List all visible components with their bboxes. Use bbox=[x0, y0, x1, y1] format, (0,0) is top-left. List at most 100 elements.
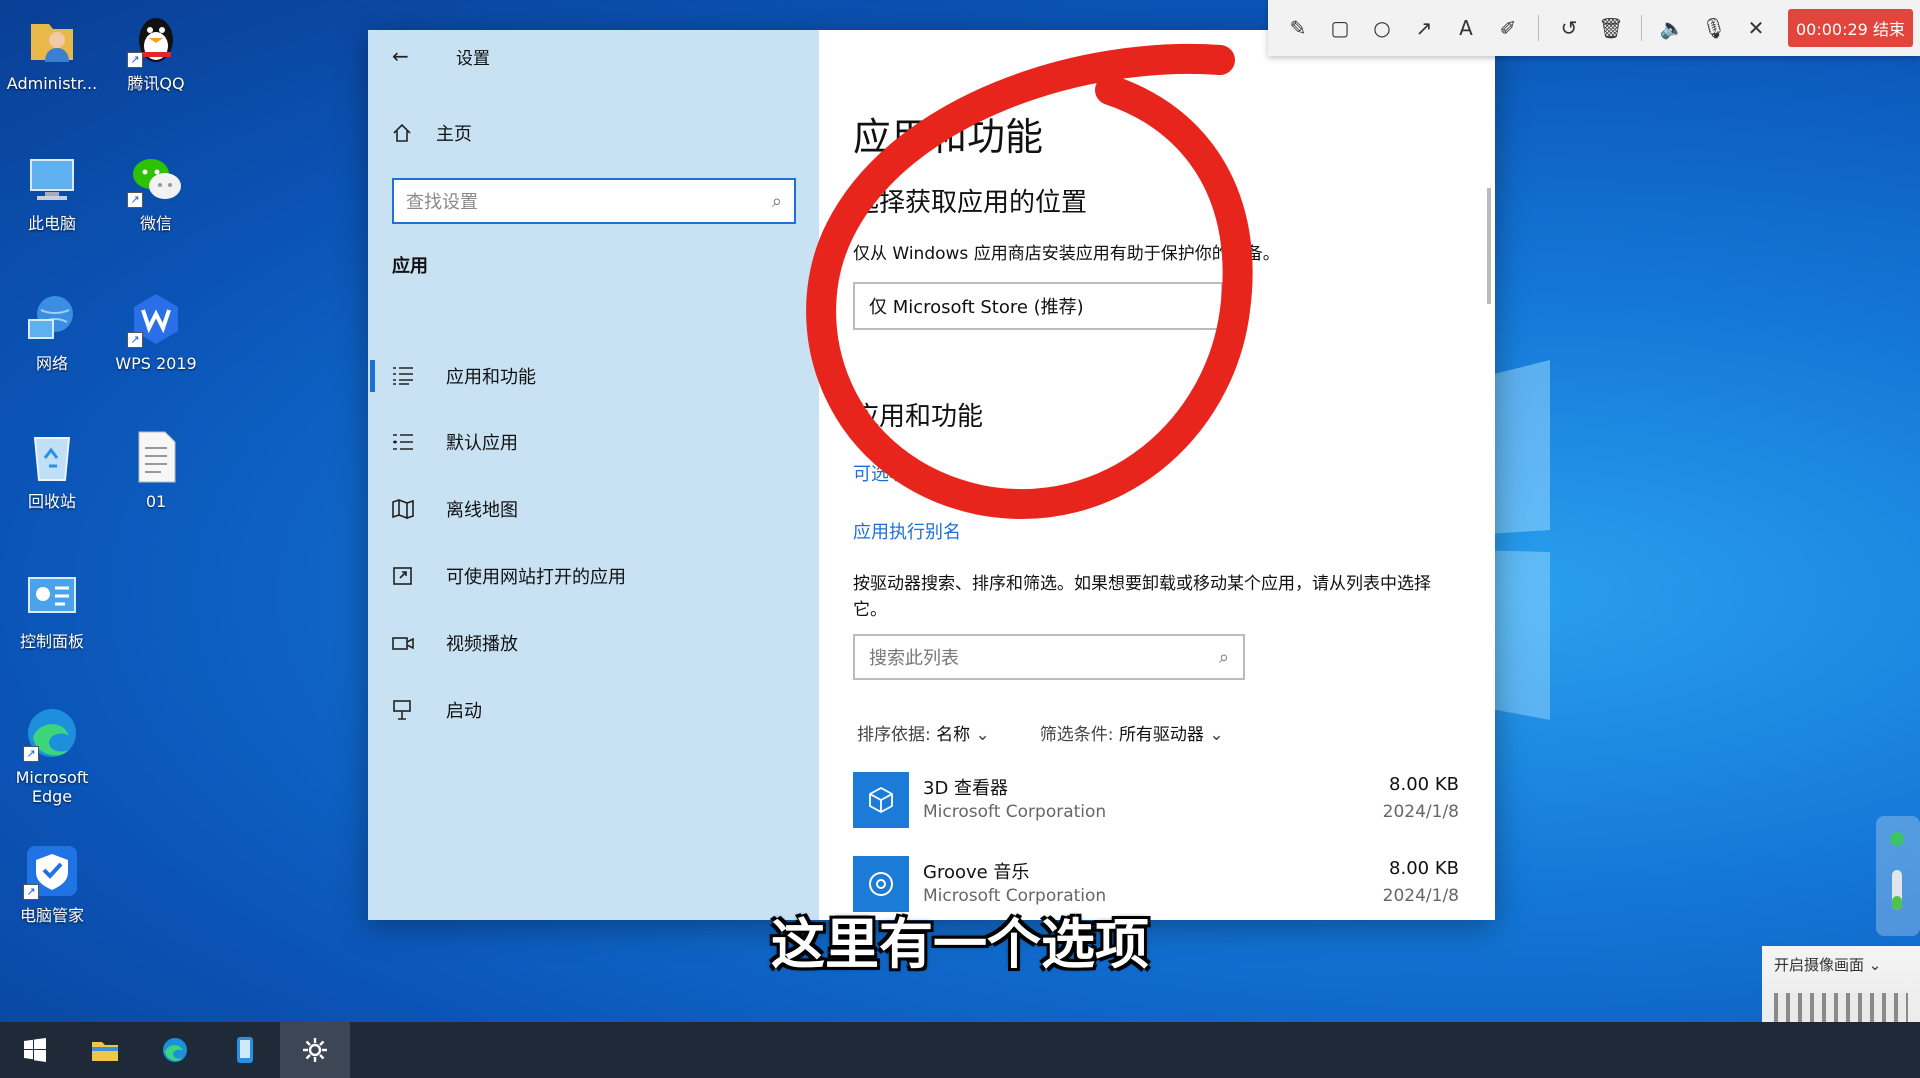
chevron-down-icon: ⌄ bbox=[975, 725, 990, 745]
nav-item-default-apps[interactable]: 默认应用 bbox=[368, 416, 819, 468]
taskbar-settings[interactable] bbox=[280, 1022, 350, 1078]
filter-value: 所有驱动器 bbox=[1118, 725, 1204, 745]
app-list-search-placeholder: 搜索此列表 bbox=[869, 648, 959, 669]
nav-item-startup[interactable]: 启动 bbox=[368, 684, 819, 736]
desktop-icon-label: 回收站 bbox=[27, 492, 76, 511]
install-source-dropdown[interactable]: 仅 Microsoft Store (推荐) bbox=[853, 282, 1223, 330]
start-icon bbox=[24, 1038, 46, 1062]
screen-recorder-toolbar: ✎ ▢ ○ ↗ A ✐ ↺ 🗑 🔈 🎙 ✕ 00:00:29 结束 bbox=[1268, 0, 1920, 56]
settings-gear-icon bbox=[303, 1038, 327, 1062]
desktop-icon-wechat[interactable]: ↗ 微信 bbox=[104, 150, 208, 233]
toolbar-divider bbox=[1538, 15, 1539, 41]
map-icon bbox=[390, 498, 416, 520]
install-source-value: 仅 Microsoft Store (推荐) bbox=[869, 297, 1084, 318]
desktop-icon-recycle-bin[interactable]: 回收站 bbox=[0, 428, 104, 511]
pencil-icon[interactable]: ✎ bbox=[1278, 8, 1318, 48]
level-fill bbox=[1892, 896, 1902, 910]
close-icon[interactable]: ✕ bbox=[1736, 8, 1776, 48]
nav-item-label: 离线地图 bbox=[446, 500, 518, 521]
undo-icon[interactable]: ↺ bbox=[1549, 8, 1589, 48]
desktop-icon-qq[interactable]: ↗ 腾讯QQ bbox=[104, 10, 208, 93]
rectangle-icon[interactable]: ▢ bbox=[1320, 8, 1360, 48]
nav-section-label: 应用 bbox=[392, 256, 428, 277]
home-icon bbox=[393, 123, 411, 142]
search-icon: ⌕ bbox=[1218, 646, 1229, 668]
apps-features-heading: 应用和功能 bbox=[853, 402, 984, 432]
computer-icon bbox=[23, 150, 81, 208]
circle-icon[interactable]: ○ bbox=[1362, 8, 1402, 48]
desktop-icon-administrator[interactable]: Administr... bbox=[0, 10, 104, 93]
app-date: 2024/1/8 bbox=[1382, 802, 1459, 822]
nav-item-apps-features[interactable]: 应用和功能 bbox=[368, 350, 819, 402]
highlighter-icon[interactable]: ✐ bbox=[1488, 8, 1528, 48]
desktop-icon-label: Microsoft Edge bbox=[15, 768, 89, 807]
app-list-item[interactable]: 3D 查看器 Microsoft Corporation 8.00 KB 202… bbox=[853, 772, 1459, 836]
startup-icon bbox=[390, 699, 416, 721]
qq-icon: ↗ bbox=[127, 10, 185, 68]
settings-search-input[interactable]: 查找设置 ⌕ bbox=[392, 178, 796, 224]
sort-value: 名称 bbox=[936, 725, 971, 745]
nav-item-offline-maps[interactable]: 离线地图 bbox=[368, 483, 819, 535]
status-dot bbox=[1890, 832, 1904, 846]
desktop-icon-label: WPS 2019 bbox=[115, 354, 197, 373]
desktop-icon-this-pc[interactable]: 此电脑 bbox=[0, 150, 104, 233]
edge-icon: ↗ bbox=[23, 704, 81, 762]
optional-features-link[interactable]: 可选功能 bbox=[853, 460, 925, 486]
app-size: 8.00 KB bbox=[1389, 774, 1459, 795]
page-title: 应用和功能 bbox=[853, 115, 1044, 159]
app-list-search-input[interactable]: 搜索此列表 ⌕ bbox=[853, 634, 1245, 680]
text-icon[interactable]: A bbox=[1446, 8, 1486, 48]
trash-icon[interactable]: 🗑 bbox=[1591, 8, 1631, 48]
sort-dropdown[interactable]: 排序依据: 名称 ⌄ bbox=[857, 720, 990, 745]
sort-filter-bar: 排序依据: 名称 ⌄ 筛选条件: 所有驱动器 ⌄ bbox=[857, 720, 1224, 745]
window-title: 设置 bbox=[456, 49, 490, 69]
desktop-icon-edge[interactable]: ↗ Microsoft Edge bbox=[0, 704, 104, 806]
desktop-icon-label: 腾讯QQ bbox=[127, 74, 185, 93]
app-name: 3D 查看器 bbox=[923, 778, 1009, 799]
settings-titlebar: ← 设置 bbox=[368, 30, 819, 78]
install-source-heading: 选择获取应用的位置 bbox=[853, 188, 1088, 218]
taskbar-file-explorer[interactable] bbox=[70, 1022, 140, 1078]
nav-home[interactable]: 主页 bbox=[392, 120, 472, 146]
nav-item-web-apps[interactable]: 可使用网站打开的应用 bbox=[368, 550, 819, 602]
desktop-icon-network[interactable]: 网络 bbox=[0, 290, 104, 373]
settings-nav-pane: ← 设置 主页 查找设置 ⌕ 应用 应用和功能 默认应用 离线地图 可使用网站打… bbox=[368, 30, 819, 920]
edge-icon bbox=[163, 1038, 187, 1062]
stop-recording-button[interactable]: 00:00:29 结束 bbox=[1788, 9, 1913, 47]
nav-item-video-playback[interactable]: 视频播放 bbox=[368, 617, 819, 669]
desktop-icon-label: Administr... bbox=[6, 74, 98, 93]
user-folder-icon bbox=[23, 10, 81, 68]
video-subtitle: 这里有一个选项 bbox=[771, 913, 1149, 976]
nav-item-label: 可使用网站打开的应用 bbox=[446, 567, 626, 588]
back-arrow-icon[interactable]: ← bbox=[392, 44, 409, 68]
floating-status-widget[interactable] bbox=[1876, 816, 1920, 936]
default-apps-icon bbox=[390, 431, 416, 453]
app-size: 8.00 KB bbox=[1389, 858, 1459, 879]
desktop-icon-label: 此电脑 bbox=[27, 214, 76, 233]
file-explorer-icon bbox=[92, 1042, 118, 1061]
start-button[interactable] bbox=[0, 1022, 70, 1078]
filter-dropdown[interactable]: 筛选条件: 所有驱动器 ⌄ bbox=[1040, 720, 1224, 745]
app-publisher: Microsoft Corporation bbox=[923, 802, 1107, 822]
recycle-bin-icon bbox=[23, 428, 81, 486]
nav-item-label: 应用和功能 bbox=[446, 367, 536, 388]
chevron-down-icon: ⌄ bbox=[1209, 725, 1224, 745]
pc-manager-icon: ↗ bbox=[23, 842, 81, 900]
app-alias-link[interactable]: 应用执行别名 bbox=[853, 518, 961, 544]
wechat-icon: ↗ bbox=[127, 150, 185, 208]
settings-content-pane: — ☐ ✕ 应用和功能 选择获取应用的位置 仅从 Windows 应用商店安装应… bbox=[819, 30, 1495, 920]
content-scrollbar[interactable] bbox=[1487, 188, 1491, 304]
speaker-icon[interactable]: 🔈 bbox=[1652, 8, 1692, 48]
taskbar-edge[interactable] bbox=[140, 1022, 210, 1078]
taskbar-phone[interactable] bbox=[210, 1022, 280, 1078]
taskbar bbox=[0, 1022, 1920, 1078]
wps-icon: ↗ bbox=[127, 290, 185, 348]
phone-icon bbox=[237, 1037, 253, 1063]
desktop-icon-file-01[interactable]: 01 bbox=[104, 428, 208, 511]
network-icon bbox=[23, 290, 81, 348]
desktop-icon-control-panel[interactable]: 控制面板 bbox=[0, 568, 104, 651]
microphone-icon[interactable]: 🎙 bbox=[1694, 8, 1734, 48]
desktop-icon-wps[interactable]: ↗ WPS 2019 bbox=[104, 290, 208, 373]
desktop-icon-label: 控制面板 bbox=[19, 632, 84, 651]
arrow-icon[interactable]: ↗ bbox=[1404, 8, 1444, 48]
